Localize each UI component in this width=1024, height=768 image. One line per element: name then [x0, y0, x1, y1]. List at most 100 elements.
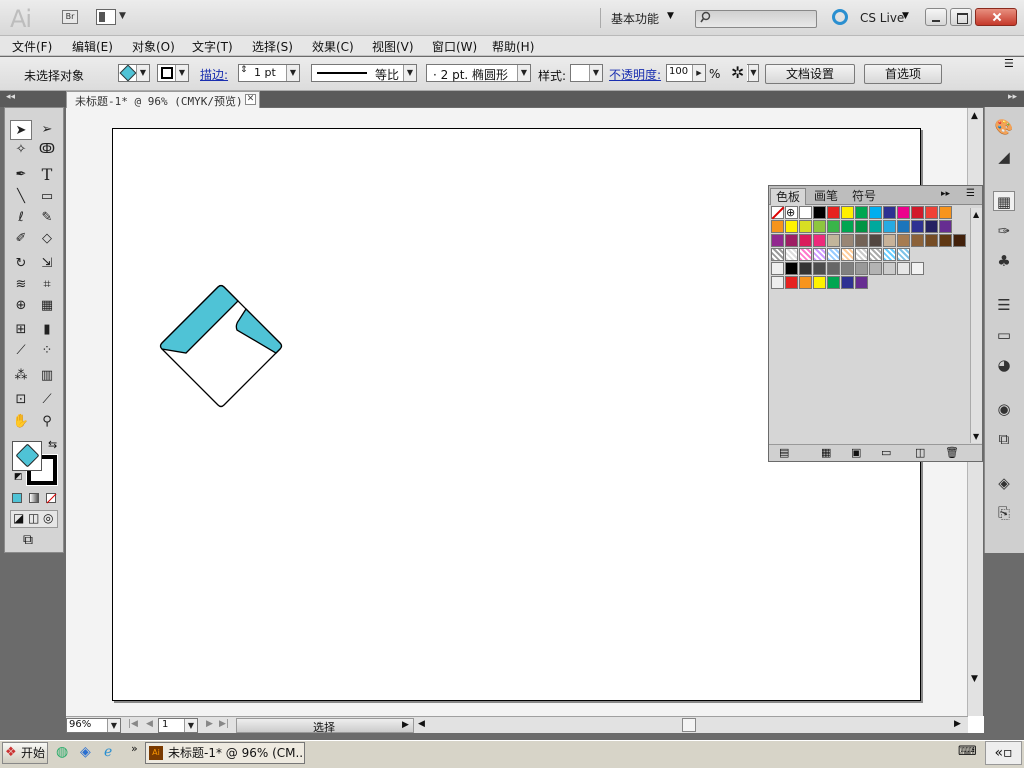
color-swatch[interactable] — [897, 206, 910, 219]
none-mode-icon[interactable] — [46, 493, 57, 504]
artwork-diamond-shape[interactable] — [155, 280, 287, 412]
color-swatch[interactable] — [841, 220, 854, 233]
new-color-group-icon[interactable]: ▭ — [881, 446, 891, 459]
pattern-swatch[interactable] — [771, 248, 784, 261]
color-swatch[interactable] — [855, 220, 868, 233]
draw-normal-icon[interactable]: ◪ — [13, 511, 24, 525]
eraser-tool-icon[interactable]: ◇ — [36, 229, 58, 249]
document-tab[interactable]: 未标题-1* @ 96% (CMYK/预览) — [66, 91, 260, 108]
gray-swatch[interactable] — [897, 262, 910, 275]
color-swatch[interactable] — [771, 220, 784, 233]
color-swatch[interactable] — [925, 206, 938, 219]
bright-swatch[interactable] — [841, 276, 854, 289]
pattern-swatch[interactable] — [855, 248, 868, 261]
fill-color-box[interactable] — [12, 441, 42, 471]
scroll-up-icon[interactable]: ▲ — [971, 111, 978, 121]
bright-swatch[interactable] — [799, 276, 812, 289]
tab-brushes[interactable]: 画笔 — [809, 188, 843, 205]
bright-swatch[interactable] — [813, 276, 826, 289]
zoom-dropdown[interactable]: 96% ▼ — [66, 718, 121, 733]
color-swatch[interactable] — [799, 220, 812, 233]
shape-builder-tool-icon[interactable]: ⊕ — [10, 296, 32, 316]
swatches-icon[interactable]: ▦ — [993, 191, 1015, 211]
color-swatch[interactable] — [953, 234, 966, 247]
brushes-icon[interactable]: ✑ — [993, 221, 1015, 241]
minimize-button[interactable] — [925, 8, 947, 26]
swap-colors-icon[interactable]: ⇆ — [48, 438, 57, 451]
scroll-down-icon[interactable]: ▼ — [973, 432, 979, 441]
gray-swatch[interactable] — [855, 262, 868, 275]
default-colors-icon[interactable]: ◩ — [14, 472, 23, 482]
expand-icon[interactable]: ▸▸ — [1008, 92, 1017, 102]
graphic-style-dropdown[interactable]: ▼ — [570, 64, 603, 82]
panel-collapse-icon[interactable]: ▸▸ — [941, 189, 950, 199]
symbol-sprayer-tool-icon[interactable]: ⁂ — [10, 366, 32, 386]
gray-swatch[interactable] — [911, 262, 924, 275]
next-artboard-icon[interactable]: ▶ — [206, 719, 213, 729]
scroll-down-icon[interactable]: ▼ — [971, 674, 978, 684]
stepper-icon[interactable]: ⇕ — [240, 65, 248, 75]
color-swatch[interactable] — [799, 234, 812, 247]
gray-swatch[interactable] — [841, 262, 854, 275]
swatch-options-icon[interactable]: ▣ — [851, 446, 861, 459]
draw-behind-icon[interactable]: ◫ — [28, 511, 39, 525]
pen-tool-icon[interactable]: ✒ — [10, 165, 32, 185]
gray-swatch[interactable] — [883, 262, 896, 275]
color-swatch[interactable] — [939, 206, 952, 219]
chevron-down-icon[interactable]: ▼ — [119, 11, 126, 21]
color-swatch[interactable] — [827, 206, 840, 219]
keyboard-icon[interactable]: ⌨ — [958, 744, 977, 759]
artboard-tool-icon[interactable]: ⊡ — [10, 390, 32, 410]
menu-help[interactable]: 帮助(H) — [492, 38, 534, 55]
paintbrush-tool-icon[interactable]: ℓ — [10, 208, 32, 228]
stroke-weight-field[interactable]: ⇕ 1 pt ▼ — [238, 64, 300, 82]
color-swatch[interactable] — [911, 206, 924, 219]
gray-swatch[interactable] — [827, 262, 840, 275]
type-tool-icon[interactable]: T — [36, 165, 58, 185]
color-swatch[interactable] — [939, 220, 952, 233]
hand-tool-icon[interactable]: ✋ — [10, 412, 32, 432]
document-setup-button[interactable]: 文档设置 — [765, 64, 855, 84]
taskbar-illustrator-item[interactable]: 未标题-1* @ 96% (CM... — [145, 742, 305, 764]
blend-tool-icon[interactable]: ⁘ — [36, 341, 58, 361]
scale-tool-icon[interactable]: ⇲ — [36, 254, 58, 274]
color-swatch[interactable] — [813, 220, 826, 233]
draw-inside-icon[interactable]: ◎ — [43, 511, 53, 525]
gray-swatch[interactable] — [785, 262, 798, 275]
arrange-documents-icon[interactable] — [96, 9, 116, 25]
scroll-left-icon[interactable]: ◀ — [418, 719, 425, 729]
scroll-up-icon[interactable]: ▲ — [973, 210, 979, 219]
bridge-button[interactable]: Br — [62, 10, 78, 24]
rotate-tool-icon[interactable]: ↻ — [10, 254, 32, 274]
lasso-tool-icon[interactable]: ↂ — [36, 140, 58, 160]
menu-file[interactable]: 文件(F) — [12, 38, 52, 55]
slice-tool-icon[interactable]: ⟋ — [36, 390, 58, 410]
color-guide-icon[interactable]: 🎨 — [993, 117, 1015, 137]
bright-swatch[interactable] — [827, 276, 840, 289]
screen-mode-icon[interactable]: ⧉ — [23, 532, 33, 548]
zoom-tool-icon[interactable]: ⚲ — [36, 412, 58, 432]
scroll-right-icon[interactable]: ▶ — [954, 719, 961, 729]
recolor-dropdown[interactable]: ▼ — [747, 64, 759, 82]
perspective-grid-tool-icon[interactable]: ▦ — [36, 296, 58, 316]
new-swatch-icon[interactable]: ◫ — [915, 446, 925, 459]
column-graph-tool-icon[interactable]: ▥ — [36, 366, 58, 386]
artboards-icon[interactable]: ⎘ — [993, 503, 1015, 523]
gray-swatch[interactable] — [799, 262, 812, 275]
warp-tool-icon[interactable]: ≋ — [10, 275, 32, 295]
stroke-panel-icon[interactable]: ☰ — [993, 295, 1015, 315]
stroke-link[interactable]: 描边: — [200, 66, 228, 83]
menu-view[interactable]: 视图(V) — [372, 38, 414, 55]
first-artboard-icon[interactable]: |◀ — [128, 719, 138, 729]
search-input[interactable] — [695, 10, 817, 28]
menu-window[interactable]: 窗口(W) — [432, 38, 477, 55]
color-swatch[interactable] — [827, 220, 840, 233]
maximize-button[interactable] — [950, 8, 972, 26]
color-swatch[interactable] — [925, 234, 938, 247]
opacity-field[interactable]: 100 ▶ — [666, 64, 706, 82]
browser-icon[interactable]: ◈ — [80, 744, 91, 760]
show-kinds-icon[interactable]: ▦ — [821, 446, 831, 459]
stroke-color-dropdown[interactable]: ▼ — [157, 64, 189, 82]
gray-swatch[interactable] — [813, 262, 826, 275]
pattern-swatch[interactable] — [785, 248, 798, 261]
